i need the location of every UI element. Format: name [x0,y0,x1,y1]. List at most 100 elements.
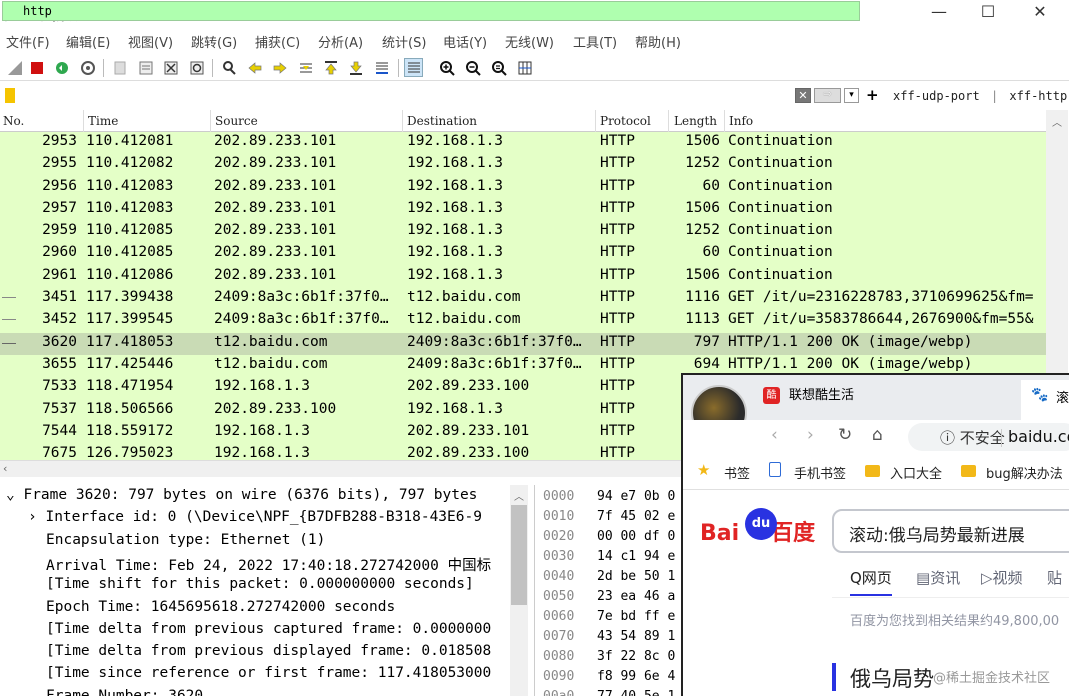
back-icon[interactable]: ‹ [771,425,778,445]
frame-field[interactable]: Encapsulation type: Ethernet (1) [46,532,325,554]
bookmark-bookmarks[interactable]: 书签 [724,463,750,482]
tab-lenovo[interactable]: 联想酷生活 [789,384,854,403]
frame-field[interactable]: Frame Number: 3620 [46,688,203,696]
packet-info: HTTP/1.1 200 OK (image/webp) [728,355,973,372]
frame-field[interactable]: [Time delta from previous displayed fram… [46,643,491,665]
column-length[interactable]: Length [674,114,717,128]
table-row[interactable]: 2956 110.412083 202.89.233.101 192.168.1.3 H… [0,176,1046,199]
frame-field[interactable]: › Interface id: 0 (\Device\NPF_{B7DFB288… [28,509,482,531]
frame-field[interactable]: [Time shift for this packet: 0.000000000… [46,576,474,598]
table-row[interactable]: 3451 117.399438 2409:8a3c:6b1f:37f0… t12.ba… [0,288,1046,311]
search-tab-tieba[interactable]: 贴 [1047,567,1062,588]
stop-capture-icon[interactable] [27,58,46,77]
bookmark-entry[interactable]: 入口大全 [890,463,942,482]
insecure-indicator[interactable]: ⓘ 不安全 [940,427,1005,448]
zoom-in-icon[interactable] [437,58,456,77]
menu-edit[interactable]: 编辑(E) [66,32,110,51]
frame-field[interactable]: Epoch Time: 1645695618.272742000 seconds [46,599,395,621]
expand-chevron-icon[interactable]: ⌄ [6,487,23,503]
folder-icon [961,465,976,477]
packet-no: 2961 [42,266,77,283]
column-source[interactable]: Source [215,114,258,128]
column-info[interactable]: Info [729,114,753,128]
reload-page-icon[interactable]: ↻ [838,425,852,445]
frame-field[interactable]: Arrival Time: Feb 24, 2022 17:40:18.2727… [46,554,491,576]
close-button[interactable]: ✕ [1025,2,1055,21]
maximize-button[interactable]: ☐ [973,2,1003,21]
bookmark-mobile[interactable]: 手机书签 [794,463,846,482]
table-row[interactable]: 2953 110.412081 202.89.233.101 192.168.1.3 H… [0,132,1046,155]
column-time[interactable]: Time [88,114,118,128]
table-row[interactable]: 3620 117.418053 t12.baidu.com 2409:8a3c:6b1… [0,332,1046,355]
menu-statistics[interactable]: 统计(S) [382,32,426,51]
go-back-icon[interactable] [245,58,264,77]
menu-capture[interactable]: 捕获(C) [255,32,300,51]
menu-tools[interactable]: 工具(T) [573,32,617,51]
bookmark-bug[interactable]: bug解决办法 [986,463,1063,482]
menu-file[interactable]: 文件(F) [6,32,50,51]
search-tab-video[interactable]: ▷视频 [981,567,1023,588]
clear-filter-button[interactable]: ✕ [795,88,811,103]
capture-options-icon[interactable] [78,58,97,77]
details-scroll-thumb[interactable] [511,505,527,605]
table-row[interactable]: 2959 110.412085 202.89.233.101 192.168.1.3 H… [0,221,1046,244]
packet-info: Continuation [728,155,833,172]
table-row[interactable]: 3452 117.399545 2409:8a3c:6b1f:37f0… t12.ba… [0,310,1046,333]
table-row[interactable]: 2957 110.412083 202.89.233.101 192.168.1.3 H… [0,198,1046,222]
zoom-out-icon[interactable] [463,58,482,77]
menu-telephony[interactable]: 电话(Y) [443,32,487,51]
colorize-icon[interactable] [404,58,423,77]
reload-icon[interactable] [187,58,206,77]
add-filter-button[interactable]: + [866,86,879,104]
hex-offset: 0020 [543,529,575,544]
packet-details-pane: ⌄ Frame 3620: 797 bytes on wire (6376 bi… [0,485,530,696]
column-destination[interactable]: Destination [407,114,477,128]
column-no[interactable]: No. [3,114,24,128]
frame-field[interactable]: [Time since reference or first frame: 11… [46,665,491,687]
result-title[interactable]: 俄乌局势 [850,663,934,693]
filter-bookmark-icon[interactable] [5,88,15,103]
menu-view[interactable]: 视图(V) [128,32,173,51]
column-protocol[interactable]: Protocol [600,114,651,128]
packet-info: Continuation [728,199,833,216]
packet-protocol: HTTP [600,155,635,172]
normal-size-icon[interactable] [489,58,508,77]
apply-filter-button[interactable]: ⇨ [814,88,841,103]
restart-capture-icon[interactable] [52,58,71,77]
open-file-icon[interactable] [110,58,129,77]
shark-fin-icon[interactable] [5,58,24,77]
filter-button-xff-http[interactable]: xff-http [1009,89,1067,103]
home-icon[interactable]: ⌂ [872,425,883,445]
find-packet-icon[interactable] [219,58,238,77]
search-tab-news[interactable]: ▤资讯 [916,567,960,588]
packet-protocol: HTTP [600,177,635,194]
menu-go[interactable]: 跳转(G) [191,32,237,51]
go-forward-icon[interactable] [270,58,289,77]
packet-no: 7675 [42,445,77,460]
filter-button-xff-udp-port[interactable]: xff-udp-port [893,89,980,103]
forward-icon[interactable]: › [807,425,814,445]
menu-help[interactable]: 帮助(H) [635,32,681,51]
frame-tree-item[interactable]: ⌄ Frame 3620: 797 bytes on wire (6376 bi… [6,487,477,509]
save-file-icon[interactable] [136,58,155,77]
packet-protocol: HTTP [600,199,635,216]
frame-field[interactable]: [Time delta from previous captured frame… [46,621,491,643]
first-packet-icon[interactable] [321,58,340,77]
search-tab-web[interactable]: Q网页 [850,567,892,596]
table-row[interactable]: 2961 110.412086 202.89.233.101 192.168.1.3 H… [0,265,1046,289]
minimize-button[interactable]: — [924,2,954,21]
close-file-icon[interactable] [161,58,180,77]
menu-analyze[interactable]: 分析(A) [318,32,363,51]
hex-offset: 0010 [543,509,575,524]
baidu-logo-bai: Bai [700,521,740,546]
recent-filters-dropdown[interactable]: ▾ [844,88,859,103]
table-row[interactable]: 2960 110.412085 202.89.233.101 192.168.1.3 H… [0,243,1046,266]
autoscroll-icon[interactable] [372,58,391,77]
last-packet-icon[interactable] [346,58,365,77]
table-row[interactable]: 2955 110.412082 202.89.233.101 192.168.1.3 H… [0,154,1046,177]
collapse-chevron-icon[interactable]: › [28,509,45,525]
go-to-packet-icon[interactable] [296,58,315,77]
menu-wireless[interactable]: 无线(W) [505,32,554,51]
resize-columns-icon[interactable] [515,58,534,77]
display-filter-input[interactable]: http [2,1,860,21]
